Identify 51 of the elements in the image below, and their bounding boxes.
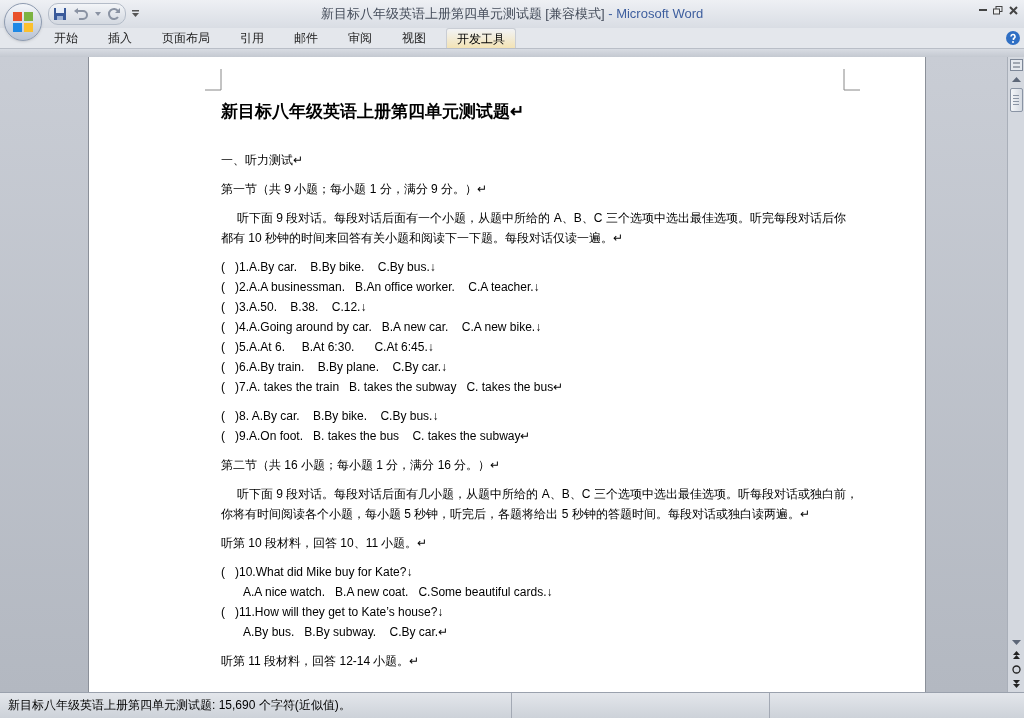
text-line: 听第 10 段材料，回答 10、11 小题。↵ [221,535,428,552]
minimize-icon[interactable] [979,8,987,12]
question-line: ( )1.A.By car. B.By bike. C.By bus.↓ [221,259,436,276]
text-line: 你将有时间阅读各个小题，每小题 5 秒钟，听完后，各题将给出 5 秒钟的答题时间。每段对话或独白读两遍。↵ [221,506,810,523]
text-line: 一、听力测试↵ [221,152,303,169]
question-line: ( )3.A.50. B.38. C.12.↓ [221,299,367,316]
margin-corner-icon [843,69,860,91]
browse-object-icon[interactable] [1011,665,1021,674]
redo-icon[interactable] [107,7,121,21]
question-line: ( )11.How will they get to Kate’s house?↓ [221,604,444,621]
text-line: 听下面 9 段对话。每段对话后面有几小题，从题中所给的 A、B、C 三个选项中选出最佳选项。听每段对话或独白前， [236,486,858,503]
ribbon-tab[interactable]: 邮件 [284,28,328,48]
text-line: 听第 11 段材料，回答 12-14 小题。↵ [221,653,420,670]
split-view-icon[interactable] [1009,59,1023,71]
close-icon[interactable] [1009,5,1018,15]
restore-icon[interactable] [993,5,1003,15]
ribbon-tab[interactable]: 开始 [44,28,88,48]
question-line: ( )4.A.Going around by car. B.A new car. C.A new bike.↓ [221,319,542,336]
question-line: ( )7.A. takes the train B. takes the subway C. takes the bus↵ [221,379,564,396]
ribbon-tab[interactable]: 页面布局 [152,28,220,48]
text-line: 都有 10 秒钟的时间来回答有关小题和阅读下一下题。每段对话仅读一遍。↵ [221,230,623,247]
customize-toolbar-icon[interactable] [132,10,139,18]
undo-icon[interactable] [73,7,89,21]
ribbon-tab[interactable]: 插入 [98,28,142,48]
text-line: 听下面 9 段对话。每段对话后面有一个小题，从题中所给的 A、B、C 三个选项中选出最佳选项。听完每段对话后你 [236,210,846,227]
question-line: ( )8. A.By car. B.By bike. C.By bus.↓ [221,408,439,425]
save-icon[interactable] [53,7,67,21]
next-page-icon[interactable] [1012,680,1020,688]
options-line: A.A nice watch. B.A new coat. C.Some beautiful cards.↓ [242,584,553,601]
question-line: ( )9.A.On foot. B. takes the bus C. takes the subway↵ [221,428,531,445]
question-line: ( )10.What did Mike buy for Kate?↓ [221,564,413,581]
question-line: ( )2.A.A businessman. B.An office worker. C.A teacher.↓ [221,279,540,296]
office-logo-icon [11,10,35,34]
text-line: 第一节（共 9 小题；每小题 1 分，满分 9 分。）↵ [221,181,488,198]
margin-corner-icon [205,69,222,91]
document-title: 新目标八年级英语上册第四单元测试题↵ [221,101,524,123]
text-line: 第二节（共 16 小题；每小题 1 分，满分 16 分。）↵ [221,457,501,474]
question-line: ( )6.A.By train. B.By plane. C.By car.↓ [221,359,448,376]
previous-page-icon[interactable] [1012,651,1020,659]
ribbon-tab[interactable]: 开发工具 [446,28,516,48]
scroll-up-icon[interactable] [1011,77,1021,82]
question-line: ( )5.A.At 6. B.At 6:30. C.At 6:45.↓ [221,339,434,356]
ribbon-tab[interactable]: 审阅 [338,28,382,48]
ribbon-tab[interactable]: 视图 [392,28,436,48]
scrollbar-thumb[interactable] [1009,88,1023,112]
window-title: 新目标八年级英语上册第四单元测试题 [兼容模式] - Microsoft Word [320,5,704,23]
help-icon[interactable] [1006,31,1020,45]
ribbon-tab[interactable]: 引用 [230,28,274,48]
options-line: A.By bus. B.By subway. C.By car.↵ [242,624,449,641]
scroll-down-icon[interactable] [1011,640,1021,645]
status-text: 新目标八年级英语上册第四单元测试题: 15,690 个字符(近似值)。 [0,693,512,718]
